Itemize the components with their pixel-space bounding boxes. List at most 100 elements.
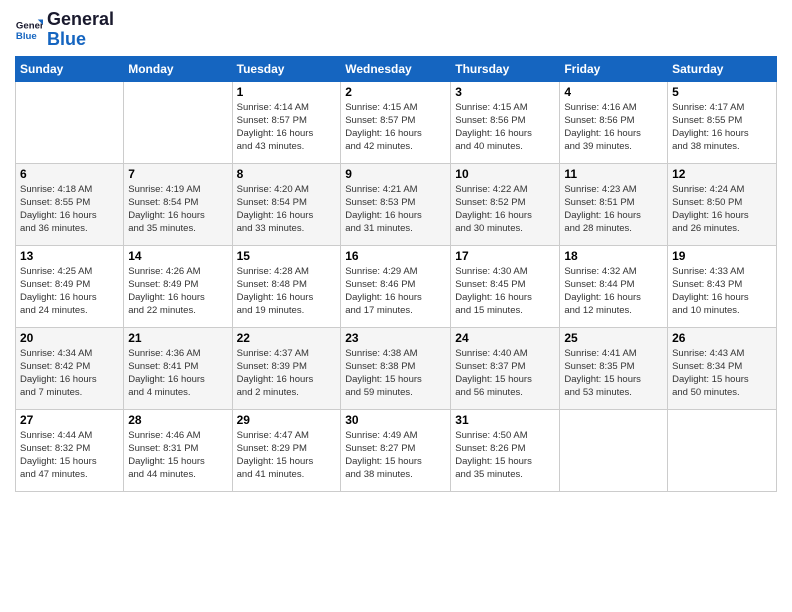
- day-info: Sunrise: 4:38 AM Sunset: 8:38 PM Dayligh…: [345, 347, 446, 400]
- day-number: 14: [128, 249, 227, 263]
- day-number: 22: [237, 331, 337, 345]
- day-number: 6: [20, 167, 119, 181]
- day-number: 20: [20, 331, 119, 345]
- day-number: 12: [672, 167, 772, 181]
- day-cell: 9 Sunrise: 4:21 AM Sunset: 8:53 PM Daylig…: [341, 163, 451, 245]
- day-number: 15: [237, 249, 337, 263]
- day-cell: 24 Sunrise: 4:40 AM Sunset: 8:37 PM Dayli…: [451, 327, 560, 409]
- day-cell: 13 Sunrise: 4:25 AM Sunset: 8:49 PM Dayli…: [16, 245, 124, 327]
- day-info: Sunrise: 4:44 AM Sunset: 8:32 PM Dayligh…: [20, 429, 119, 482]
- day-number: 3: [455, 85, 555, 99]
- day-info: Sunrise: 4:30 AM Sunset: 8:45 PM Dayligh…: [455, 265, 555, 318]
- day-cell: 26Sunrise: 4:43 AM Sunset: 8:34 PM Dayli…: [668, 327, 777, 409]
- day-info: Sunrise: 4:33 AM Sunset: 8:43 PM Dayligh…: [672, 265, 772, 318]
- day-info: Sunrise: 4:47 AM Sunset: 8:29 PM Dayligh…: [237, 429, 337, 482]
- day-info: Sunrise: 4:17 AM Sunset: 8:55 PM Dayligh…: [672, 101, 772, 154]
- day-info: Sunrise: 4:50 AM Sunset: 8:26 PM Dayligh…: [455, 429, 555, 482]
- weekday-header-row: SundayMondayTuesdayWednesdayThursdayFrid…: [16, 56, 777, 81]
- day-number: 1: [237, 85, 337, 99]
- day-cell: 31 Sunrise: 4:50 AM Sunset: 8:26 PM Dayli…: [451, 409, 560, 491]
- day-info: Sunrise: 4:14 AM Sunset: 8:57 PM Dayligh…: [237, 101, 337, 154]
- weekday-header-friday: Friday: [560, 56, 668, 81]
- day-info: Sunrise: 4:41 AM Sunset: 8:35 PM Dayligh…: [564, 347, 663, 400]
- day-cell: 29Sunrise: 4:47 AM Sunset: 8:29 PM Dayli…: [232, 409, 341, 491]
- day-cell: 21Sunrise: 4:36 AM Sunset: 8:41 PM Dayli…: [124, 327, 232, 409]
- day-cell: 27 Sunrise: 4:44 AM Sunset: 8:32 PM Dayli…: [16, 409, 124, 491]
- weekday-header-monday: Monday: [124, 56, 232, 81]
- day-cell: 18Sunrise: 4:32 AM Sunset: 8:44 PM Dayli…: [560, 245, 668, 327]
- logo-text-general: General: [47, 10, 114, 30]
- day-cell: 2Sunrise: 4:15 AM Sunset: 8:57 PM Daylig…: [341, 81, 451, 163]
- day-cell: 25Sunrise: 4:41 AM Sunset: 8:35 PM Dayli…: [560, 327, 668, 409]
- day-info: Sunrise: 4:19 AM Sunset: 8:54 PM Dayligh…: [128, 183, 227, 236]
- header: General Blue General Blue: [15, 10, 777, 50]
- day-cell: 23 Sunrise: 4:38 AM Sunset: 8:38 PM Dayli…: [341, 327, 451, 409]
- svg-text:Blue: Blue: [16, 31, 37, 42]
- day-cell: 15 Sunrise: 4:28 AM Sunset: 8:48 PM Dayli…: [232, 245, 341, 327]
- day-info: Sunrise: 4:32 AM Sunset: 8:44 PM Dayligh…: [564, 265, 663, 318]
- svg-text:General: General: [16, 20, 43, 31]
- week-row-5: 27 Sunrise: 4:44 AM Sunset: 8:32 PM Dayli…: [16, 409, 777, 491]
- day-cell: 20 Sunrise: 4:34 AM Sunset: 8:42 PM Dayli…: [16, 327, 124, 409]
- day-info: Sunrise: 4:43 AM Sunset: 8:34 PM Dayligh…: [672, 347, 772, 400]
- day-cell: 7Sunrise: 4:19 AM Sunset: 8:54 PM Daylig…: [124, 163, 232, 245]
- day-info: Sunrise: 4:26 AM Sunset: 8:49 PM Dayligh…: [128, 265, 227, 318]
- day-number: 5: [672, 85, 772, 99]
- day-cell: 19 Sunrise: 4:33 AM Sunset: 8:43 PM Dayli…: [668, 245, 777, 327]
- day-cell: [16, 81, 124, 163]
- day-cell: 10 Sunrise: 4:22 AM Sunset: 8:52 PM Dayli…: [451, 163, 560, 245]
- weekday-header-sunday: Sunday: [16, 56, 124, 81]
- day-info: Sunrise: 4:49 AM Sunset: 8:27 PM Dayligh…: [345, 429, 446, 482]
- day-info: Sunrise: 4:28 AM Sunset: 8:48 PM Dayligh…: [237, 265, 337, 318]
- day-cell: 28 Sunrise: 4:46 AM Sunset: 8:31 PM Dayli…: [124, 409, 232, 491]
- day-number: 2: [345, 85, 446, 99]
- logo-icon: General Blue: [15, 16, 43, 44]
- day-number: 13: [20, 249, 119, 263]
- day-number: 28: [128, 413, 227, 427]
- day-number: 31: [455, 413, 555, 427]
- day-cell: 17 Sunrise: 4:30 AM Sunset: 8:45 PM Dayli…: [451, 245, 560, 327]
- day-info: Sunrise: 4:37 AM Sunset: 8:39 PM Dayligh…: [237, 347, 337, 400]
- day-info: Sunrise: 4:24 AM Sunset: 8:50 PM Dayligh…: [672, 183, 772, 236]
- day-cell: [560, 409, 668, 491]
- day-number: 23: [345, 331, 446, 345]
- calendar-container: General Blue General Blue SundayMondayTu…: [0, 0, 792, 502]
- weekday-header-tuesday: Tuesday: [232, 56, 341, 81]
- day-number: 9: [345, 167, 446, 181]
- week-row-1: 1 Sunrise: 4:14 AM Sunset: 8:57 PM Daylig…: [16, 81, 777, 163]
- day-info: Sunrise: 4:40 AM Sunset: 8:37 PM Dayligh…: [455, 347, 555, 400]
- logo: General Blue General Blue: [15, 10, 114, 50]
- day-cell: 16Sunrise: 4:29 AM Sunset: 8:46 PM Dayli…: [341, 245, 451, 327]
- calendar-table: SundayMondayTuesdayWednesdayThursdayFrid…: [15, 56, 777, 492]
- day-cell: 6 Sunrise: 4:18 AM Sunset: 8:55 PM Daylig…: [16, 163, 124, 245]
- day-cell: 1 Sunrise: 4:14 AM Sunset: 8:57 PM Daylig…: [232, 81, 341, 163]
- day-cell: 22 Sunrise: 4:37 AM Sunset: 8:39 PM Dayli…: [232, 327, 341, 409]
- day-info: Sunrise: 4:21 AM Sunset: 8:53 PM Dayligh…: [345, 183, 446, 236]
- day-info: Sunrise: 4:29 AM Sunset: 8:46 PM Dayligh…: [345, 265, 446, 318]
- weekday-header-wednesday: Wednesday: [341, 56, 451, 81]
- logo-text-blue: Blue: [47, 30, 114, 50]
- day-cell: [668, 409, 777, 491]
- day-info: Sunrise: 4:22 AM Sunset: 8:52 PM Dayligh…: [455, 183, 555, 236]
- day-number: 21: [128, 331, 227, 345]
- day-number: 17: [455, 249, 555, 263]
- day-number: 4: [564, 85, 663, 99]
- day-number: 24: [455, 331, 555, 345]
- week-row-2: 6 Sunrise: 4:18 AM Sunset: 8:55 PM Daylig…: [16, 163, 777, 245]
- day-cell: 12 Sunrise: 4:24 AM Sunset: 8:50 PM Dayli…: [668, 163, 777, 245]
- day-cell: 3 Sunrise: 4:15 AM Sunset: 8:56 PM Daylig…: [451, 81, 560, 163]
- day-info: Sunrise: 4:23 AM Sunset: 8:51 PM Dayligh…: [564, 183, 663, 236]
- day-info: Sunrise: 4:16 AM Sunset: 8:56 PM Dayligh…: [564, 101, 663, 154]
- day-number: 11: [564, 167, 663, 181]
- day-cell: 8Sunrise: 4:20 AM Sunset: 8:54 PM Daylig…: [232, 163, 341, 245]
- day-info: Sunrise: 4:25 AM Sunset: 8:49 PM Dayligh…: [20, 265, 119, 318]
- day-info: Sunrise: 4:18 AM Sunset: 8:55 PM Dayligh…: [20, 183, 119, 236]
- day-number: 27: [20, 413, 119, 427]
- day-number: 10: [455, 167, 555, 181]
- day-info: Sunrise: 4:46 AM Sunset: 8:31 PM Dayligh…: [128, 429, 227, 482]
- day-number: 30: [345, 413, 446, 427]
- day-info: Sunrise: 4:34 AM Sunset: 8:42 PM Dayligh…: [20, 347, 119, 400]
- day-number: 19: [672, 249, 772, 263]
- day-info: Sunrise: 4:15 AM Sunset: 8:56 PM Dayligh…: [455, 101, 555, 154]
- day-cell: 14 Sunrise: 4:26 AM Sunset: 8:49 PM Dayli…: [124, 245, 232, 327]
